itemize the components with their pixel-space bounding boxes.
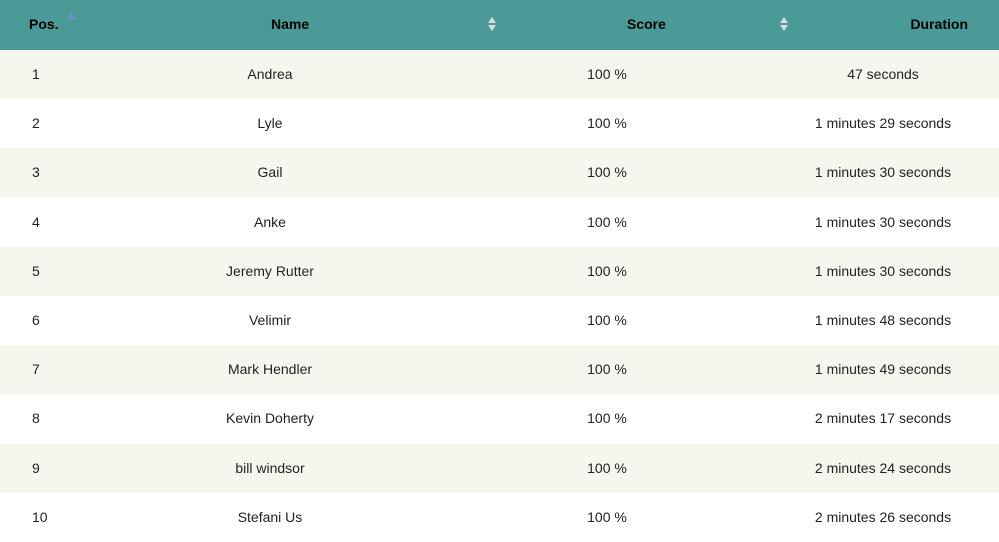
cell-name: Stefani Us: [237, 508, 303, 525]
sort-down-icon: [780, 25, 788, 31]
cell-name: Andrea: [247, 66, 293, 82]
cell-score: 100 %: [587, 262, 627, 279]
table-row: 8 Kevin Doherty 100 % 2 minutes 17 secon…: [0, 394, 999, 444]
cell-duration: 1 minutes 48 seconds: [814, 311, 952, 328]
table-row: 6 Velimir 100 % 1 minutes 48 seconds: [0, 295, 999, 346]
table-row: 4 Anke 100 % 1 minutes 30 seconds: [0, 197, 999, 247]
cell-duration: 1 minutes 49 seconds: [814, 361, 952, 378]
column-header-name[interactable]: Name: [271, 0, 309, 50]
cell-duration: 2 minutes 24 seconds: [814, 459, 952, 476]
cell-duration: 1 minutes 29 seconds: [814, 115, 952, 132]
cell-duration: 1 minutes 30 seconds: [814, 213, 952, 230]
table-row: 2 Lyle 100 % 1 minutes 29 seconds: [0, 99, 999, 149]
sort-down-icon: [488, 25, 496, 31]
cell-score: 100 %: [587, 361, 627, 378]
cell-pos: 3: [32, 164, 40, 181]
cell-duration: 2 minutes 17 seconds: [814, 410, 952, 427]
leaderboard-table: Pos. Name Score Duration 1 Andrea 100 % …: [0, 0, 999, 542]
cell-score: 100 %: [587, 410, 627, 427]
column-header-pos[interactable]: Pos.: [29, 0, 59, 50]
cell-name: bill windsor: [235, 459, 305, 476]
table-header: Pos. Name Score Duration: [0, 0, 999, 50]
cell-pos: 6: [32, 311, 40, 328]
cell-duration: 1 minutes 30 seconds: [814, 164, 952, 181]
cell-name: Anke: [254, 213, 286, 230]
table-row: 10 Stefani Us 100 % 2 minutes 26 seconds: [0, 492, 999, 542]
column-header-score[interactable]: Score: [627, 0, 666, 50]
table-row: 1 Andrea 100 % 47 seconds: [0, 50, 999, 100]
cell-pos: 5: [32, 262, 40, 279]
cell-score: 100 %: [587, 459, 627, 476]
table-row: 5 Jeremy Rutter 100 % 1 minutes 30 secon…: [0, 246, 999, 296]
cell-name: Kevin Doherty: [226, 410, 314, 427]
sort-ascending-icon[interactable]: [67, 13, 75, 19]
cell-name: Lyle: [257, 115, 283, 132]
sort-up-icon: [488, 17, 496, 23]
cell-duration: 2 minutes 26 seconds: [814, 508, 952, 525]
cell-pos: 7: [32, 361, 40, 378]
cell-pos: 10: [32, 508, 48, 525]
table-row: 7 Mark Hendler 100 % 1 minutes 49 second…: [0, 345, 999, 395]
cell-name: Velimir: [248, 311, 292, 328]
cell-score: 100 %: [587, 164, 627, 181]
cell-pos: 9: [32, 459, 40, 476]
column-header-duration[interactable]: Duration: [910, 0, 968, 50]
cell-duration: 47 seconds: [847, 66, 919, 82]
table-body: 1 Andrea 100 % 47 seconds 2 Lyle 100 % 1…: [0, 50, 999, 542]
cell-pos: 4: [32, 213, 40, 230]
cell-duration: 1 minutes 30 seconds: [814, 262, 952, 279]
cell-pos: 2: [32, 115, 40, 132]
cell-score: 100 %: [587, 213, 627, 230]
table-row: 3 Gail 100 % 1 minutes 30 seconds: [0, 148, 999, 198]
cell-score: 100 %: [587, 66, 627, 82]
table-row: 9 bill windsor 100 % 2 minutes 24 second…: [0, 443, 999, 493]
cell-name: Jeremy Rutter: [226, 262, 314, 279]
cell-name: Mark Hendler: [227, 361, 313, 378]
sort-name-icon[interactable]: [488, 17, 496, 31]
cell-score: 100 %: [587, 115, 627, 132]
cell-score: 100 %: [587, 311, 627, 328]
cell-pos: 8: [32, 410, 40, 427]
sort-score-icon[interactable]: [780, 17, 788, 31]
cell-pos: 1: [32, 66, 40, 82]
cell-score: 100 %: [587, 508, 627, 525]
sort-up-icon: [780, 17, 788, 23]
cell-name: Gail: [257, 164, 283, 181]
